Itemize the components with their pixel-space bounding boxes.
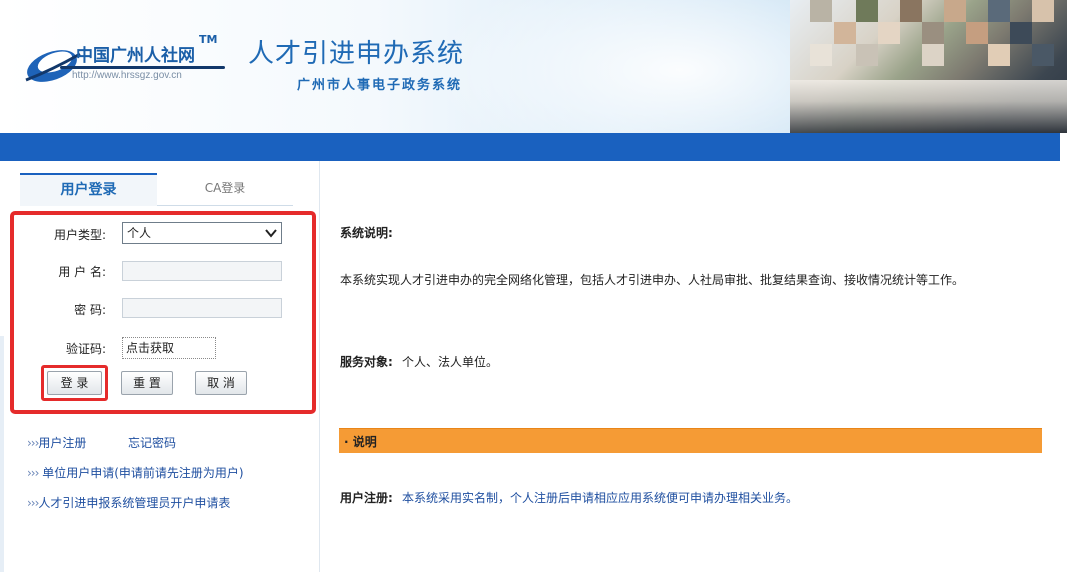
system-description-text: 本系统实现人才引进申办的完全网络化管理，包括人才引进申办、人社局审批、批复结果查… bbox=[340, 273, 965, 287]
arrow-icon: ››› bbox=[27, 496, 39, 510]
login-panel: 用户登录 CA登录 用户类型: 个人 用 户 名: 密 码: 验证码: 点击获取… bbox=[0, 161, 320, 572]
system-description-heading: 系统说明: bbox=[340, 226, 393, 240]
page-header: 中国广州人社网 TM http://www.hrssgz.gov.cn 人才引进… bbox=[0, 0, 1067, 133]
org-apply-link[interactable]: ››› 单位用户申请(申请前请先注册为用户) bbox=[27, 464, 244, 481]
service-target-text: 个人、法人单位。 bbox=[402, 355, 499, 369]
logo-trademark: TM bbox=[199, 33, 218, 46]
admin-apply-link-label: 人才引进申报系统管理员开户申请表 bbox=[38, 496, 231, 510]
content-panel: 系统说明: 本系统实现人才引进申办的完全网络化管理，包括人才引进申办、人社局审批… bbox=[320, 161, 1067, 572]
password-input[interactable] bbox=[122, 298, 282, 318]
register-link[interactable]: ›››用户注册 bbox=[27, 434, 86, 451]
captcha-label: 验证码: bbox=[65, 342, 106, 356]
note-section-title: · 说明 bbox=[344, 435, 377, 449]
captcha-input[interactable]: 点击获取 bbox=[122, 337, 216, 359]
login-form-highlight: 用户类型: 个人 用 户 名: 密 码: 验证码: 点击获取 登 录 重 置 取… bbox=[10, 211, 316, 414]
note-section-bar: · 说明 bbox=[339, 428, 1042, 453]
logo-url: http://www.hrssgz.gov.cn bbox=[72, 70, 182, 81]
system-title: 人才引进申办系统 bbox=[248, 39, 465, 69]
login-tabs: 用户登录 CA登录 bbox=[20, 173, 293, 206]
org-apply-link-label: 单位用户申请(申请前请先注册为用户) bbox=[42, 466, 244, 480]
nav-band bbox=[0, 133, 1060, 161]
forgot-password-link[interactable]: 忘记密码 bbox=[128, 434, 176, 451]
user-type-label: 用户类型: bbox=[53, 228, 106, 242]
user-type-value: 个人 bbox=[127, 226, 152, 240]
tab-ca-login[interactable]: CA登录 bbox=[157, 173, 293, 206]
user-type-select[interactable]: 个人 bbox=[122, 222, 282, 244]
password-label: 密 码: bbox=[74, 303, 106, 317]
logo-swoosh bbox=[60, 66, 225, 69]
admin-apply-link[interactable]: ›››人才引进申报系统管理员开户申请表 bbox=[27, 494, 230, 511]
chevron-down-icon bbox=[265, 229, 277, 238]
username-input[interactable] bbox=[122, 261, 282, 281]
tab-user-login[interactable]: 用户登录 bbox=[20, 173, 157, 206]
system-subtitle: 广州市人事电子政务系统 bbox=[297, 78, 463, 93]
cancel-button[interactable]: 取 消 bbox=[195, 371, 247, 395]
reset-button[interactable]: 重 置 bbox=[121, 371, 173, 395]
service-target-label: 服务对象: bbox=[340, 355, 393, 369]
logo-text: 中国广州人社网 bbox=[76, 46, 195, 66]
user-register-text: 本系统采用实名制，个人注册后申请相应应用系统便可申请办理相关业务。 bbox=[402, 491, 799, 505]
arrow-icon: ››› bbox=[27, 466, 39, 480]
username-label: 用 户 名: bbox=[58, 265, 106, 279]
arrow-icon: ››› bbox=[27, 436, 39, 450]
register-link-label: 用户注册 bbox=[38, 436, 87, 450]
login-button[interactable]: 登 录 bbox=[47, 371, 102, 395]
user-register-label: 用户注册: bbox=[340, 491, 393, 505]
header-photo bbox=[790, 0, 1067, 133]
